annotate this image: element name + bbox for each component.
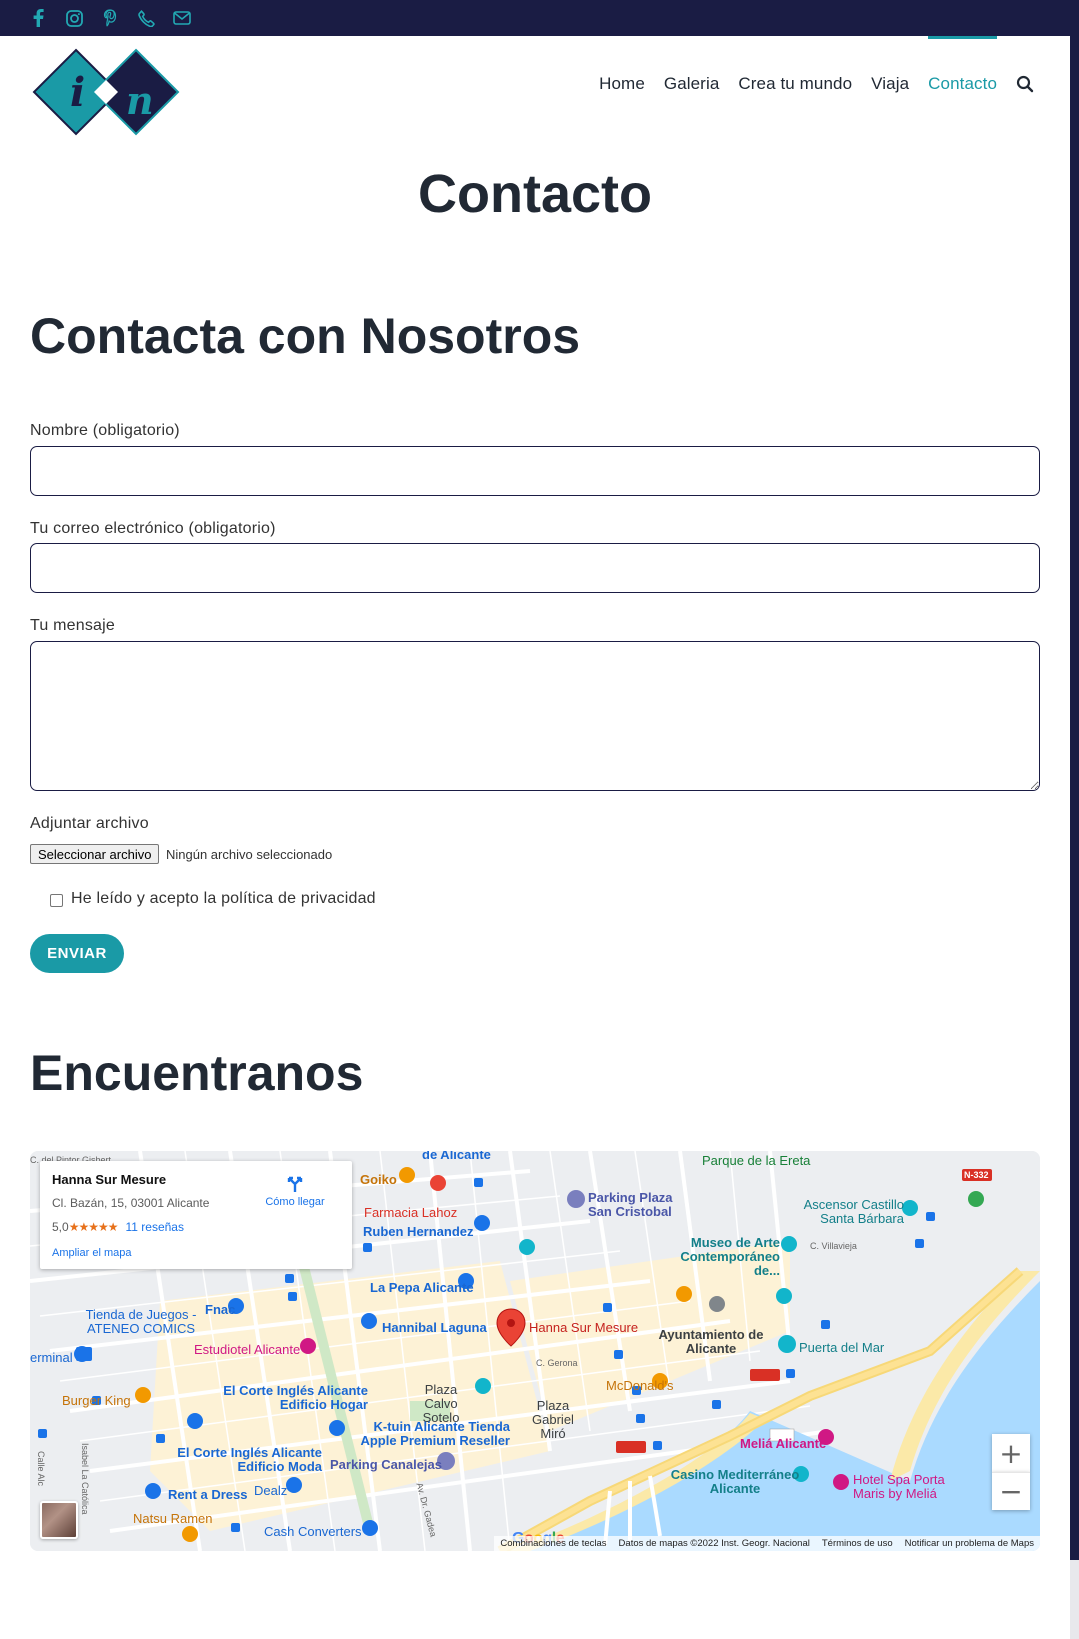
- privacy-checkbox[interactable]: [50, 894, 63, 907]
- map-label: Burger King: [62, 1393, 131, 1408]
- place-rating: 5,0★★★★★ 11 reseñas: [52, 1220, 184, 1234]
- rating-stars-icon: ★★★★★: [68, 1220, 119, 1234]
- map-label: Cash Converters: [264, 1524, 362, 1539]
- map-label: K-tuin Alicante Tienda Apple Premium Res…: [360, 1419, 510, 1448]
- map-label: El Corte Inglés Alicante Edificio Moda: [177, 1445, 322, 1474]
- email-field[interactable]: [30, 543, 1040, 593]
- zoom-out-button[interactable]: −: [992, 1472, 1030, 1510]
- top-bar: [0, 0, 1070, 36]
- map-label: Ayuntamiento de Alicante: [658, 1327, 764, 1356]
- place-name: Hanna Sur Mesure: [52, 1172, 167, 1187]
- map-label: La Pepa Alicante: [370, 1280, 474, 1295]
- message-field[interactable]: [30, 641, 1040, 791]
- email-label: Tu correo electrónico (obligatorio): [30, 520, 276, 537]
- map-label: Farmacia Lahoz: [364, 1205, 458, 1220]
- map-data-notice: Datos de mapas ©2022 Inst. Geogr. Nacion…: [618, 1538, 810, 1549]
- map-label: Fnac: [205, 1302, 236, 1317]
- map-label: El Corte Inglés Alicante Edificio Hogar: [223, 1383, 368, 1412]
- map-label: C. Villavieja: [810, 1241, 857, 1251]
- directions-icon: [287, 1176, 303, 1192]
- nav-viaja[interactable]: Viaja: [871, 74, 909, 94]
- phone-icon[interactable]: [136, 8, 156, 28]
- svg-text:n: n: [126, 78, 154, 123]
- map-label: Hotel Spa Porta Maris by Meliá: [853, 1472, 945, 1501]
- terms-link[interactable]: Términos de uso: [822, 1538, 893, 1549]
- nav-crea-tu-mundo[interactable]: Crea tu mundo: [738, 74, 852, 94]
- privacy-label: He leído y acepto la política de privaci…: [71, 890, 376, 907]
- keyboard-shortcuts-link[interactable]: Combinaciones de teclas: [500, 1538, 606, 1549]
- nav-galeria[interactable]: Galeria: [664, 74, 720, 94]
- site-header: i n Home Galeria Crea tu mundo Viaja Con…: [0, 36, 1070, 146]
- site-logo[interactable]: i n: [32, 48, 182, 136]
- map-label: de Alicante: [422, 1151, 491, 1162]
- nav-home[interactable]: Home: [599, 74, 645, 94]
- search-icon[interactable]: [1016, 75, 1034, 93]
- place-info-card: Hanna Sur Mesure Cl. Bazán, 15, 03001 Al…: [40, 1161, 352, 1269]
- map-label: C. Gerona: [536, 1358, 578, 1368]
- street-view-thumbnail[interactable]: [40, 1501, 78, 1539]
- scrollbar[interactable]: [1070, 0, 1079, 1639]
- map-label: erminal: [30, 1350, 73, 1365]
- directions-button[interactable]: Cómo llegar: [260, 1173, 330, 1208]
- map-label: Rent a Dress: [168, 1487, 248, 1502]
- map-label: Puerta del Mar: [799, 1340, 885, 1355]
- map-label: Ascensor Castillo Santa Bárbara: [803, 1197, 904, 1226]
- map-label: McDonald's: [606, 1378, 674, 1393]
- map-label: Tienda de Juegos - ATENEO COMICS: [85, 1307, 197, 1336]
- page-title: Contacto: [418, 164, 652, 224]
- map-heading: Encuentranos: [30, 1045, 364, 1101]
- zoom-in-button[interactable]: +: [992, 1434, 1030, 1472]
- map-attribution: Combinaciones de teclas Datos de mapas ©…: [494, 1536, 1040, 1551]
- place-address: Cl. Bazán, 15, 03001 Alicante: [52, 1196, 210, 1210]
- map-embed[interactable]: C. del Pintor Gisbert de Alicante Parque…: [30, 1151, 1040, 1551]
- map-label: Museo de Arte Contemporáneo de...: [680, 1235, 780, 1278]
- report-problem-link[interactable]: Notificar un problema de Maps: [905, 1538, 1034, 1549]
- map-label: Calle Alc: [36, 1451, 46, 1487]
- message-label: Tu mensaje: [30, 617, 115, 634]
- name-field[interactable]: [30, 446, 1040, 496]
- map-label: Isabel La Católica: [80, 1443, 90, 1515]
- instagram-icon[interactable]: [64, 8, 84, 28]
- map-label: Ruben Hernandez: [363, 1224, 474, 1239]
- directions-label: Cómo llegar: [265, 1196, 325, 1208]
- map-label: Meliá Alicante: [740, 1436, 827, 1451]
- file-label: Adjuntar archivo: [30, 815, 149, 832]
- map-label: Parking Plaza San Cristobal: [588, 1190, 673, 1219]
- submit-button[interactable]: ENVIAR: [30, 934, 124, 973]
- map-label: Dealz: [254, 1483, 288, 1498]
- file-select-button[interactable]: Seleccionar archivo: [30, 844, 160, 864]
- map-label: Natsu Ramen: [133, 1511, 213, 1526]
- map-label: Casino Mediterráneo Alicante: [670, 1467, 800, 1496]
- map-label: Estudiotel Alicante: [194, 1342, 301, 1357]
- file-status: Ningún archivo seleccionado: [166, 847, 333, 862]
- pinterest-icon[interactable]: [100, 8, 120, 28]
- scrollbar-thumb[interactable]: [1070, 0, 1079, 1560]
- enlarge-map-link[interactable]: Ampliar el mapa: [52, 1247, 131, 1259]
- rating-value: 5,0: [52, 1220, 69, 1234]
- contact-heading: Contacta con Nosotros: [30, 308, 581, 364]
- map-label: Parking Canalejas: [330, 1457, 442, 1472]
- reviews-link[interactable]: 11 reseñas: [125, 1220, 183, 1234]
- map-label: Parque de la Ereta: [702, 1153, 811, 1168]
- svg-text:i: i: [70, 69, 85, 116]
- main-nav: Home Galeria Crea tu mundo Viaja Contact…: [599, 36, 1034, 94]
- nav-contacto[interactable]: Contacto: [928, 36, 997, 94]
- map-label: N-332: [964, 1170, 989, 1180]
- map-label: Goiko: [360, 1172, 397, 1187]
- map-label: Hannibal Laguna: [382, 1320, 487, 1335]
- mail-icon[interactable]: [172, 8, 192, 28]
- map-label: Plaza Gabriel Miró: [532, 1398, 574, 1441]
- map-label: Hanna Sur Mesure: [529, 1320, 639, 1335]
- name-label: Nombre (obligatorio): [30, 422, 180, 439]
- facebook-icon[interactable]: [28, 8, 48, 28]
